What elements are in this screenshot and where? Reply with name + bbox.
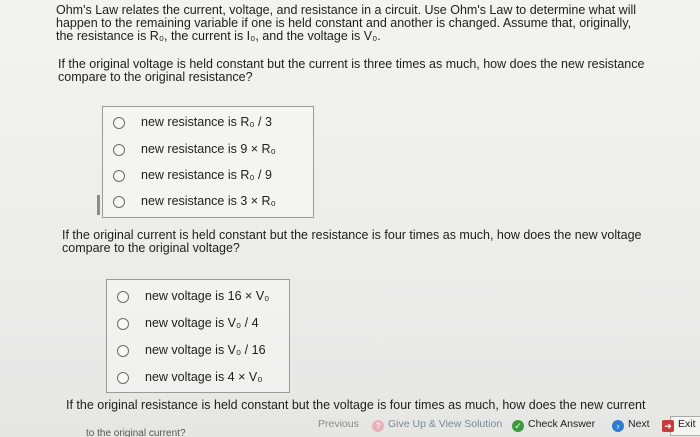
check-answer-button[interactable]: ✓ Check Answer bbox=[512, 418, 595, 432]
q2-option-2-label: new voltage is V₀ / 4 bbox=[145, 316, 259, 330]
intro-text: Ohm's Law relates the current, voltage, … bbox=[56, 4, 676, 43]
q1-option-3-label: new resistance is R₀ / 9 bbox=[141, 168, 272, 182]
checkmark-icon: ✓ bbox=[512, 420, 524, 432]
question-3-line-1: If the original resistance is held const… bbox=[66, 398, 646, 412]
q1-option-3[interactable]: new resistance is R₀ / 9 bbox=[103, 164, 313, 190]
q2-option-2[interactable]: new voltage is V₀ / 4 bbox=[107, 312, 289, 338]
check-answer-label: Check Answer bbox=[528, 418, 596, 430]
q2-option-4[interactable]: new voltage is 4 × V₀ bbox=[107, 366, 289, 392]
q1-option-2[interactable]: new resistance is 9 × R₀ bbox=[103, 138, 313, 164]
exit-button[interactable]: ➜ Exit bbox=[662, 418, 696, 432]
give-up-icon: ? bbox=[372, 420, 384, 432]
q1-option-4-radio[interactable] bbox=[113, 196, 125, 208]
q2-option-4-radio[interactable] bbox=[117, 372, 129, 384]
q1-option-4-label: new resistance is 3 × R₀ bbox=[141, 194, 276, 208]
q2-option-3-radio[interactable] bbox=[117, 345, 129, 357]
give-up-button[interactable]: ? Give Up & View Solution bbox=[372, 418, 502, 432]
q1-option-1[interactable]: new resistance is R₀ / 3 bbox=[103, 111, 313, 137]
question-3-line-2-partial: to the original current? bbox=[86, 428, 186, 437]
exit-arrow-icon: ➜ bbox=[662, 420, 674, 432]
q1-option-2-radio[interactable] bbox=[113, 144, 125, 156]
q1-option-1-label: new resistance is R₀ / 3 bbox=[141, 115, 272, 129]
q1-option-4[interactable]: new resistance is 3 × R₀ bbox=[103, 190, 313, 216]
q2-option-1-radio[interactable] bbox=[117, 291, 129, 303]
answer-toolbar: Previous ? Give Up & View Solution ✓ Check… bbox=[318, 416, 700, 436]
q1-option-2-label: new resistance is 9 × R₀ bbox=[141, 142, 276, 156]
arrow-right-icon: › bbox=[612, 420, 624, 432]
q2-option-1[interactable]: new voltage is 16 × V₀ bbox=[107, 285, 289, 311]
question-1-text: If the original voltage is held constant… bbox=[58, 58, 668, 84]
q2-option-1-label: new voltage is 16 × V₀ bbox=[145, 289, 270, 303]
question-2-options: new voltage is 16 × V₀ new voltage is V₀… bbox=[106, 279, 290, 393]
question-1-options: new resistance is R₀ / 3 new resistance … bbox=[102, 106, 314, 218]
q1-option-1-radio[interactable] bbox=[113, 117, 125, 129]
question-2-text: If the original current is held constant… bbox=[62, 229, 672, 255]
previous-button[interactable]: Previous bbox=[318, 418, 359, 430]
next-label: Next bbox=[628, 418, 650, 430]
q2-option-3[interactable]: new voltage is V₀ / 16 bbox=[107, 339, 289, 365]
question-3-text: If the original resistance is held const… bbox=[66, 399, 676, 412]
question-2-line-2: compare to the original voltage? bbox=[62, 241, 240, 255]
intro-line-3: the resistance is R₀, the current is I₀,… bbox=[56, 29, 381, 43]
q2-option-2-radio[interactable] bbox=[117, 318, 129, 330]
next-button[interactable]: › Next bbox=[612, 418, 650, 432]
quiz-page: Ohm's Law relates the current, voltage, … bbox=[0, 0, 700, 437]
give-up-label: Give Up & View Solution bbox=[388, 418, 503, 430]
q2-option-3-label: new voltage is V₀ / 16 bbox=[145, 343, 266, 357]
q2-option-4-label: new voltage is 4 × V₀ bbox=[145, 370, 263, 384]
q1-option-3-radio[interactable] bbox=[113, 170, 125, 182]
exit-label: Exit bbox=[678, 418, 696, 430]
option-box-accent bbox=[97, 195, 100, 215]
question-1-line-2: compare to the original resistance? bbox=[58, 70, 253, 84]
